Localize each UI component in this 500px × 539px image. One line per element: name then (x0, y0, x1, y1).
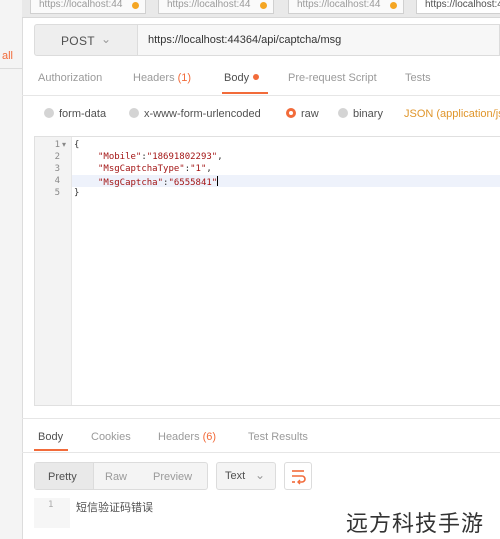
request-tab[interactable]: https://localhost:44 (288, 0, 404, 14)
unsaved-dot-icon (260, 2, 267, 9)
response-tab-test-results[interactable]: Test Results (248, 431, 308, 443)
active-tab-underline (34, 449, 68, 451)
format-label: Text (225, 470, 246, 482)
divider (22, 452, 500, 453)
json-key: "Mobile" (98, 152, 142, 162)
tab-body[interactable]: Body (224, 72, 260, 84)
json-key: "MsgCaptcha" (98, 178, 164, 188)
radio-circle-icon (44, 108, 54, 118)
text-cursor (217, 176, 219, 186)
url-value: https://localhost:44364/api/captcha/msg (148, 34, 342, 46)
response-headers-count: (6) (202, 431, 217, 443)
request-tab-label: https://localhost:44 (297, 0, 381, 10)
line-number: 3 (54, 164, 60, 174)
content-type-select[interactable]: JSON (application/js (404, 108, 500, 120)
response-tab-body[interactable]: Body (38, 431, 63, 443)
line-number: 1 (48, 500, 54, 510)
divider (22, 418, 500, 419)
radio-circle-icon (129, 108, 139, 118)
response-tab-headers-label: Headers (158, 431, 200, 443)
json-value: "6555841" (168, 178, 218, 188)
line-number: 1 (54, 140, 60, 150)
json-value: "1" (190, 164, 207, 174)
response-body-text: 短信验证码错误 (76, 501, 153, 514)
chevron-down-icon: ⌄ (101, 32, 112, 46)
code-line: { (74, 140, 80, 150)
radio-circle-icon (338, 108, 348, 118)
json-key: "MsgCaptchaType" (98, 164, 185, 174)
radio-selected-icon (286, 108, 296, 118)
tab-tests[interactable]: Tests (405, 72, 431, 84)
code-line: "Mobile":"18691802293", (98, 152, 223, 162)
response-tab-cookies[interactable]: Cookies (91, 431, 131, 443)
chevron-down-icon: ⌄ (255, 468, 266, 482)
request-tab-active[interactable]: https://localhost:443 (416, 0, 500, 14)
line-number: 5 (54, 188, 60, 198)
response-tab-headers[interactable]: Headers (6) (158, 431, 216, 443)
sidebar-all-link[interactable]: all (2, 50, 13, 62)
view-raw-button[interactable]: Raw (105, 471, 127, 483)
request-tab-strip: https://localhost:44 https://localhost:4… (22, 0, 500, 18)
tab-headers[interactable]: Headers (1) (133, 72, 191, 84)
code-line: } (74, 188, 80, 198)
sidebar-divider (0, 68, 22, 69)
format-select[interactable]: Text ⌄ (216, 462, 276, 490)
tab-body-label: Body (224, 72, 250, 84)
request-tab[interactable]: https://localhost:44 (30, 0, 146, 14)
fold-arrow-icon[interactable]: ▾ (62, 140, 66, 149)
watermark-text: 远方科技手游 (346, 512, 485, 537)
tab-headers-label: Headers (133, 72, 175, 84)
radio-label: raw (301, 108, 319, 120)
view-pretty-button[interactable]: Pretty (48, 471, 77, 483)
line-number: 4 (54, 176, 60, 186)
view-preview-button[interactable]: Preview (153, 471, 192, 483)
request-tab-label: https://localhost:443 (425, 0, 500, 10)
sidebar: all (0, 0, 23, 539)
request-tab-label: https://localhost:44 (39, 0, 123, 10)
line-number: 2 (54, 152, 60, 162)
wrap-lines-button[interactable] (284, 462, 312, 490)
radio-label: x-www-form-urlencoded (144, 108, 261, 120)
headers-count: (1) (177, 72, 192, 84)
method-select[interactable]: POST ⌄ (34, 24, 138, 56)
method-label: POST (61, 34, 95, 48)
code-line: "MsgCaptchaType":"1", (98, 164, 212, 174)
url-input[interactable]: https://localhost:44364/api/captcha/msg (138, 24, 500, 56)
body-modified-dot-icon (253, 74, 260, 80)
tab-authorization[interactable]: Authorization (38, 72, 102, 84)
request-tab-label: https://localhost:44 (167, 0, 251, 10)
unsaved-dot-icon (390, 2, 397, 9)
code-line: "MsgCaptcha":"6555841" (98, 176, 219, 188)
request-tab[interactable]: https://localhost:44 (158, 0, 274, 14)
radio-label: form-data (59, 108, 107, 120)
unsaved-dot-icon (132, 2, 139, 9)
active-tab-underline (222, 92, 268, 94)
json-value: "18691802293" (146, 152, 218, 162)
wrap-lines-icon (292, 470, 306, 485)
divider (22, 95, 500, 96)
radio-label: binary (353, 108, 383, 120)
tab-prerequest-script[interactable]: Pre-request Script (288, 72, 377, 84)
